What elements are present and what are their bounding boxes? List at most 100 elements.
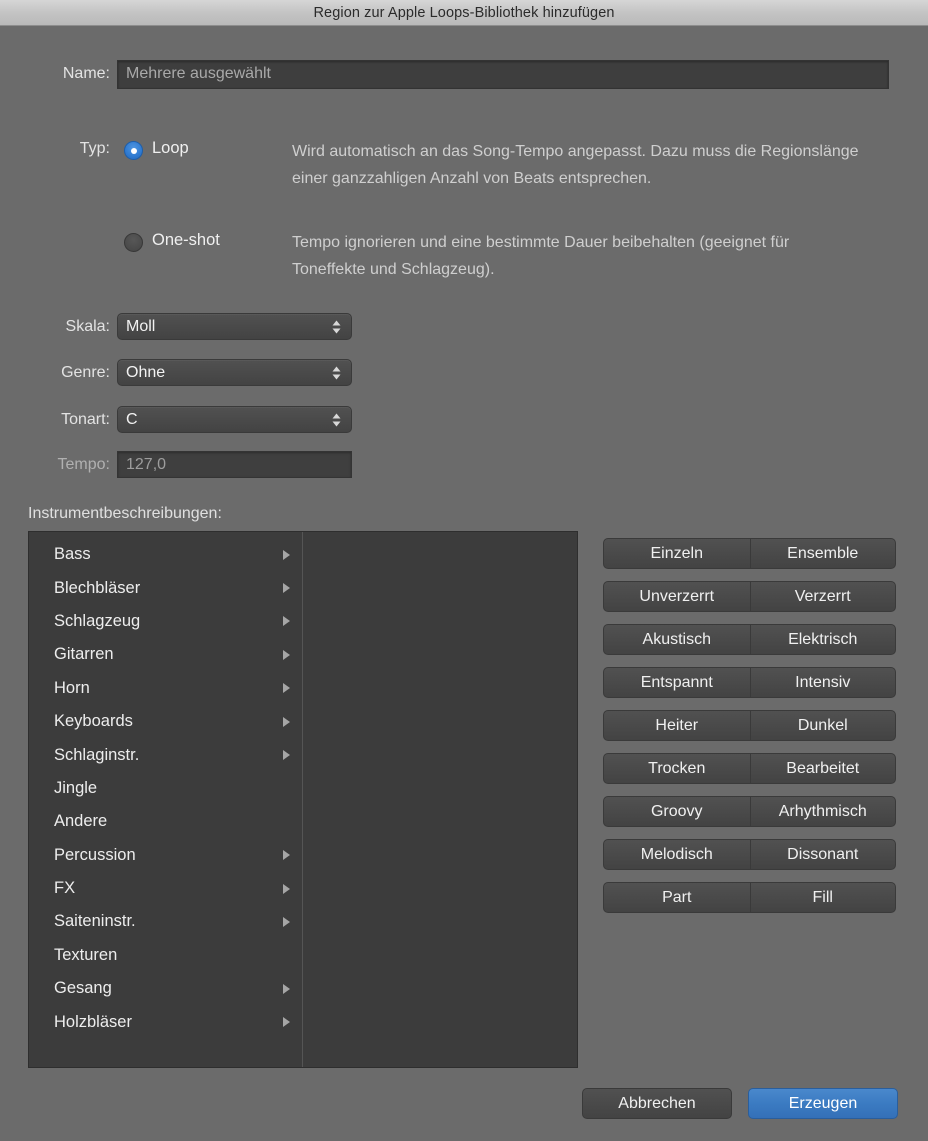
segmented-control: Akustisch Elektrisch (603, 624, 896, 655)
tonart-label: Tonart: (61, 410, 110, 428)
skala-label: Skala: (65, 317, 110, 335)
list-item[interactable]: Gesang (29, 972, 302, 1005)
segment-button-left[interactable]: Groovy (604, 797, 750, 826)
name-input-value: Mehrere ausgewählt (126, 65, 271, 82)
list-item-label: Schlaginstr. (54, 745, 140, 764)
submenu-arrow-icon (280, 682, 292, 694)
tempo-label: Tempo: (57, 455, 110, 473)
chevron-up-down-icon (331, 365, 342, 380)
list-item-label: Schlagzeug (54, 611, 141, 630)
title-bar: Region zur Apple Loops-Bibliothek hinzuf… (0, 0, 928, 26)
list-item[interactable]: Horn (29, 672, 302, 705)
radio-one-shot-description: Tempo ignorieren und eine bestimmte Daue… (292, 234, 790, 278)
list-item[interactable]: Schlagzeug (29, 605, 302, 638)
list-item[interactable]: Andere (29, 805, 302, 838)
list-item-label: Saiteninstr. (54, 912, 136, 931)
segment-button-right[interactable]: Intensiv (749, 668, 896, 697)
list-item-label: Horn (54, 678, 90, 697)
segment-button-left[interactable]: Akustisch (604, 625, 750, 654)
typ-label: Typ: (79, 140, 110, 157)
segment-button-right[interactable]: Dunkel (749, 711, 896, 740)
segment-button-left[interactable]: Part (604, 883, 750, 912)
list-item-label: Holzbläser (54, 1012, 132, 1031)
list-item-label: Jingle (54, 778, 98, 797)
list-item[interactable]: FX (29, 872, 302, 905)
name-input[interactable]: Mehrere ausgewählt (117, 59, 889, 89)
segment-button-left[interactable]: Entspannt (604, 668, 750, 697)
segmented-control: Groovy Arhythmisch (603, 796, 896, 827)
window-title: Region zur Apple Loops-Bibliothek hinzuf… (313, 4, 615, 21)
genre-select[interactable]: Ohne (117, 359, 352, 386)
list-item[interactable]: Saiteninstr. (29, 905, 302, 938)
segment-button-right[interactable]: Verzerrt (749, 582, 896, 611)
submenu-arrow-icon (280, 916, 292, 928)
segment-button-right[interactable]: Bearbeitet (749, 754, 896, 783)
submenu-arrow-icon (280, 615, 292, 627)
create-button[interactable]: Erzeugen (748, 1088, 898, 1119)
submenu-arrow-icon (280, 649, 292, 661)
segmented-control: Unverzerrt Verzerrt (603, 581, 896, 612)
submenu-arrow-icon (280, 1016, 292, 1028)
list-item[interactable]: Blechbläser (29, 571, 302, 604)
radio-loop-indicator[interactable] (124, 141, 143, 160)
list-item[interactable]: Jingle (29, 772, 302, 805)
instrument-list-column[interactable]: Bass Blechbläser Schlagzeug Gitarren Horn Key… (29, 532, 303, 1067)
list-item[interactable]: Keyboards (29, 705, 302, 738)
radio-loop-label: Loop (152, 139, 189, 157)
instrument-detail-column[interactable] (303, 532, 577, 1067)
skala-row: Skala: Moll (0, 313, 352, 340)
chevron-up-down-icon (331, 319, 342, 334)
segment-button-left[interactable]: Trocken (604, 754, 750, 783)
segmented-control: Heiter Dunkel (603, 710, 896, 741)
segment-button-right[interactable]: Fill (749, 883, 896, 912)
instrument-listbox: Bass Blechbläser Schlagzeug Gitarren Horn Key… (28, 531, 578, 1068)
radio-loop-description: Wird automatisch an das Song-Tempo angep… (292, 143, 859, 187)
list-item-label: Texturen (54, 945, 118, 964)
instrument-descriptions-label: Instrumentbeschreibungen: (28, 505, 222, 522)
name-label: Name: (62, 65, 110, 82)
cancel-button[interactable]: Abbrechen (582, 1088, 732, 1119)
skala-value: Moll (126, 317, 156, 335)
list-item-label: Keyboards (54, 712, 133, 731)
list-item-label: FX (54, 879, 76, 898)
name-row: Name: Mehrere ausgewählt (0, 59, 928, 89)
list-item[interactable]: Gitarren (29, 638, 302, 671)
segmented-control: Entspannt Intensiv (603, 667, 896, 698)
list-item-label: Bass (54, 545, 91, 564)
submenu-arrow-icon (280, 582, 292, 594)
segment-button-right[interactable]: Arhythmisch (749, 797, 896, 826)
list-item[interactable]: Bass (29, 538, 302, 571)
radio-one-shot-indicator[interactable] (124, 233, 143, 252)
segment-button-left[interactable]: Einzeln (604, 539, 750, 568)
list-item-label: Percussion (54, 845, 136, 864)
segment-button-right[interactable]: Dissonant (749, 840, 896, 869)
segmented-control: Trocken Bearbeitet (603, 753, 896, 784)
genre-row: Genre: Ohne (0, 359, 352, 386)
dialog-window: Region zur Apple Loops-Bibliothek hinzuf… (0, 0, 928, 1141)
segmented-control: Melodisch Dissonant (603, 839, 896, 870)
list-item[interactable]: Texturen (29, 939, 302, 972)
radio-option-one-shot[interactable]: One-shot (124, 231, 220, 252)
list-item[interactable]: Percussion (29, 839, 302, 872)
list-item-label: Gitarren (54, 645, 114, 664)
list-item-label: Gesang (54, 979, 112, 998)
segment-button-left[interactable]: Unverzerrt (604, 582, 750, 611)
segment-button-right[interactable]: Elektrisch (749, 625, 896, 654)
tempo-value: 127,0 (126, 455, 167, 473)
list-item[interactable]: Schlaginstr. (29, 738, 302, 771)
tonart-row: Tonart: C (0, 406, 352, 433)
radio-option-loop[interactable]: Loop (124, 139, 189, 160)
descriptor-toggle-group: Einzeln Ensemble Unverzerrt Verzerrt Akustis… (603, 538, 896, 925)
segment-button-left[interactable]: Heiter (604, 711, 750, 740)
segment-button-right[interactable]: Ensemble (749, 539, 896, 568)
tonart-select[interactable]: C (117, 406, 352, 433)
list-item-label: Blechbläser (54, 578, 141, 597)
submenu-arrow-icon (280, 716, 292, 728)
list-item-label: Andere (54, 812, 108, 831)
genre-label: Genre: (61, 363, 110, 381)
list-item[interactable]: Holzbläser (29, 1005, 302, 1038)
segment-button-left[interactable]: Melodisch (604, 840, 750, 869)
skala-select[interactable]: Moll (117, 313, 352, 340)
submenu-arrow-icon (280, 883, 292, 895)
dialog-footer: Abbrechen Erzeugen (582, 1088, 898, 1119)
